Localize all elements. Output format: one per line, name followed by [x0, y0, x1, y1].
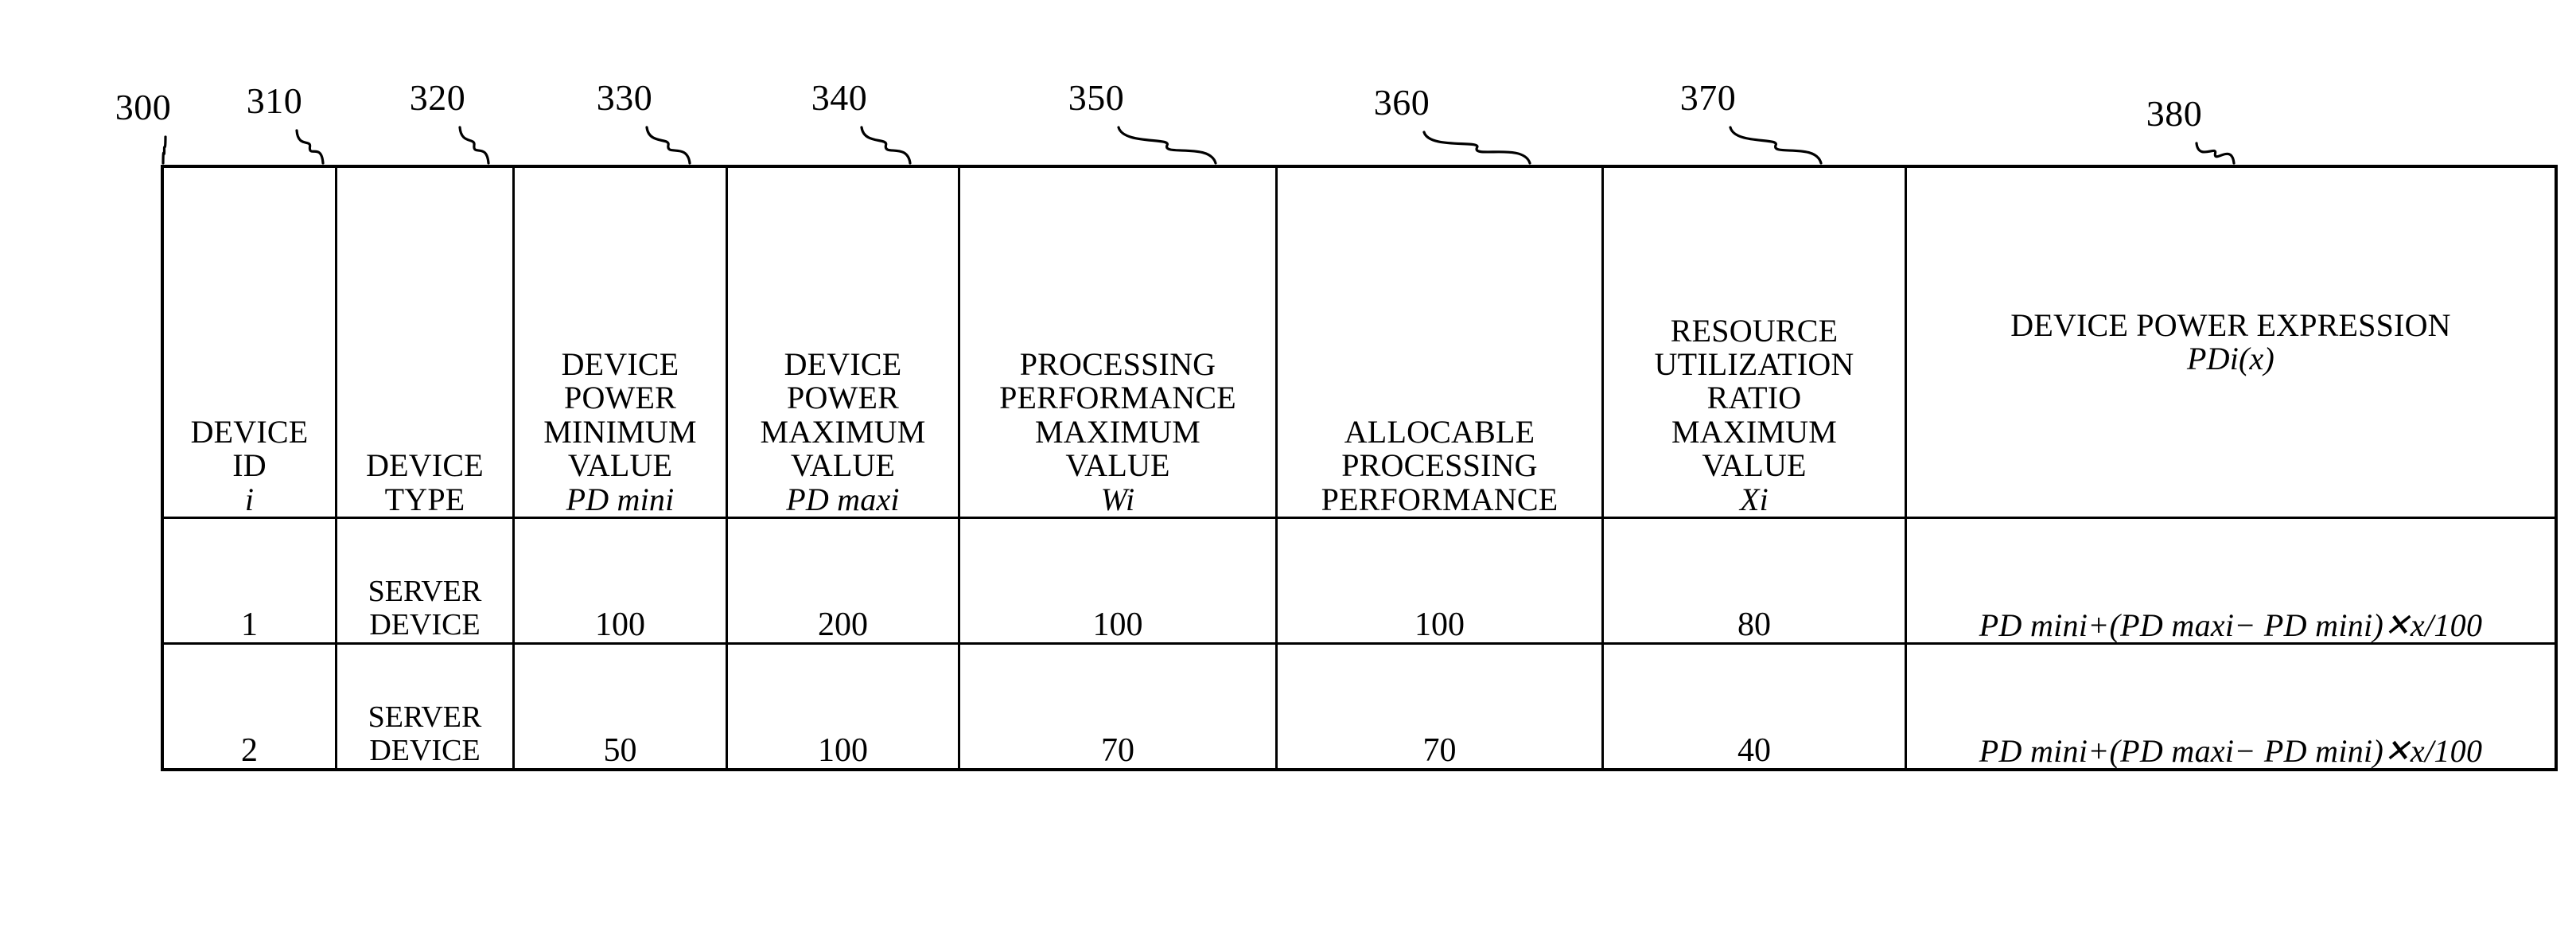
header-line: RESOURCE — [1670, 312, 1839, 349]
header-line: DEVICE — [366, 447, 484, 484]
leader-line-360 — [1422, 131, 1531, 165]
column-header-allocable-processing-performance: ALLOCABLE PROCESSING PERFORMANCE — [1275, 165, 1604, 519]
header-line: DEVICE — [561, 346, 679, 383]
cell-device-power-expression: PD mini+(PD maxi− PD mini)✕x/100 — [1905, 642, 2558, 771]
header-symbol: Wi — [1100, 481, 1135, 517]
header-line: PROCESSING — [1019, 346, 1216, 383]
column-header-device-power-min: DEVICE POWER MINIMUM VALUE PD mini — [512, 165, 728, 519]
header-line: DEVICE — [784, 346, 902, 383]
cell-resource-utilization-ratio-max: 40 — [1601, 642, 1907, 771]
cell-device-id: 1 — [161, 517, 337, 645]
header-line: POWER — [787, 380, 899, 416]
leader-line-320 — [458, 126, 490, 165]
cell-resource-utilization-ratio-max: 80 — [1601, 517, 1907, 645]
header-line: ALLOCABLE — [1344, 413, 1535, 450]
device-power-formula: PD mini+(PD maxi− PD mini)✕x/100 — [1979, 607, 2483, 643]
header-symbol: PD maxi — [786, 481, 900, 517]
header-line: MINIMUM — [543, 413, 697, 450]
reference-numeral-330: 330 — [596, 77, 653, 118]
header-line: DEVICE POWER EXPRESSION — [2010, 306, 2451, 343]
reference-numeral-340: 340 — [811, 77, 868, 118]
leader-line-350 — [1117, 126, 1217, 165]
cell-device-id: 2 — [161, 642, 337, 771]
cell-device-power-min: 100 — [512, 517, 728, 645]
header-symbol: PDi(x) — [2186, 341, 2275, 376]
reference-numeral-300: 300 — [115, 87, 172, 127]
reference-numeral-350: 350 — [1068, 77, 1125, 118]
leader-line-380 — [2195, 142, 2236, 165]
column-header-device-power-max: DEVICE POWER MAXIMUM VALUE PD maxi — [726, 165, 960, 519]
header-line: PERFORMANCE — [999, 380, 1236, 416]
header-line: MAXIMUM — [1671, 413, 1838, 450]
leader-line-330 — [645, 126, 691, 165]
cell-line: DEVICE — [369, 734, 481, 768]
header-line: DEVICE — [190, 413, 309, 450]
device-power-formula: PD mini+(PD maxi− PD mini)✕x/100 — [1979, 733, 2483, 769]
cell-device-type: SERVER DEVICE — [335, 642, 515, 771]
cell-device-power-min: 50 — [512, 642, 728, 771]
leader-line-370 — [1729, 126, 1823, 165]
header-symbol: Xi — [1740, 481, 1769, 517]
leader-line-310 — [295, 129, 325, 165]
cell-processing-performance-max: 70 — [958, 642, 1278, 771]
column-header-device-type: DEVICE TYPE — [335, 165, 515, 519]
device-management-table-wrap: DEVICE ID i DEVICE TYPE DEVICE POWER MINIMUM V… — [161, 165, 2558, 771]
column-header-device-id: DEVICE ID i — [161, 165, 337, 519]
table-body: 1 SERVER DEVICE 100 200 100 100 80 PD mini+(PD m… — [161, 517, 2558, 771]
reference-numeral-380: 380 — [2146, 93, 2203, 134]
header-symbol: i — [244, 481, 255, 517]
leader-line-340 — [860, 126, 912, 165]
cell-device-power-max: 100 — [726, 642, 960, 771]
reference-numeral-360: 360 — [1373, 82, 1430, 123]
table-row: 2 SERVER DEVICE 50 100 70 70 40 PD mini+(PD maxi… — [161, 642, 2558, 771]
header-line: ID — [232, 447, 267, 484]
table-header: DEVICE ID i DEVICE TYPE DEVICE POWER MINIMUM V… — [161, 165, 2558, 519]
cell-device-power-expression: PD mini+(PD maxi− PD mini)✕x/100 — [1905, 517, 2558, 645]
header-line: VALUE — [790, 447, 896, 484]
header-line: VALUE — [1702, 447, 1807, 484]
header-line: UTILIZATION — [1654, 346, 1854, 383]
cell-processing-performance-max: 100 — [958, 517, 1278, 645]
cell-line: DEVICE — [369, 608, 481, 642]
column-header-processing-performance-max: PROCESSING PERFORMANCE MAXIMUM VALUE Wi — [958, 165, 1278, 519]
table-header-row: DEVICE ID i DEVICE TYPE DEVICE POWER MINIMUM V… — [161, 165, 2558, 519]
reference-numeral-370: 370 — [1679, 77, 1737, 118]
header-line: RATIO — [1706, 380, 1802, 416]
cell-allocable-processing-performance: 100 — [1275, 517, 1604, 645]
leader-line-300 — [161, 135, 167, 165]
cell-line: SERVER — [368, 700, 482, 735]
header-line: PROCESSING — [1341, 447, 1538, 484]
header-symbol: PD mini — [566, 481, 675, 517]
header-line: VALUE — [1065, 447, 1170, 484]
table-row: 1 SERVER DEVICE 100 200 100 100 80 PD mini+(PD m… — [161, 517, 2558, 645]
reference-numeral-320: 320 — [409, 77, 466, 118]
header-line: VALUE — [567, 447, 673, 484]
cell-line: SERVER — [368, 575, 482, 609]
cell-device-power-max: 200 — [726, 517, 960, 645]
cell-allocable-processing-performance: 70 — [1275, 642, 1604, 771]
cell-device-type: SERVER DEVICE — [335, 517, 515, 645]
header-line: MAXIMUM — [760, 413, 926, 450]
reference-numeral-310: 310 — [246, 80, 303, 121]
header-line: POWER — [564, 380, 676, 416]
device-management-table: DEVICE ID i DEVICE TYPE DEVICE POWER MINIMUM V… — [161, 165, 2558, 771]
header-line: MAXIMUM — [1034, 413, 1201, 450]
column-header-resource-utilization-ratio-max: RESOURCE UTILIZATION RATIO MAXIMUM VALUE Xi — [1601, 165, 1907, 519]
patent-figure: 300 310 320 330 340 350 360 370 380 DEVICE ID i DE… — [0, 0, 2576, 936]
column-header-device-power-expression: DEVICE POWER EXPRESSION PDi(x) — [1905, 165, 2558, 519]
header-line: TYPE — [384, 481, 465, 517]
header-line: PERFORMANCE — [1321, 481, 1558, 517]
